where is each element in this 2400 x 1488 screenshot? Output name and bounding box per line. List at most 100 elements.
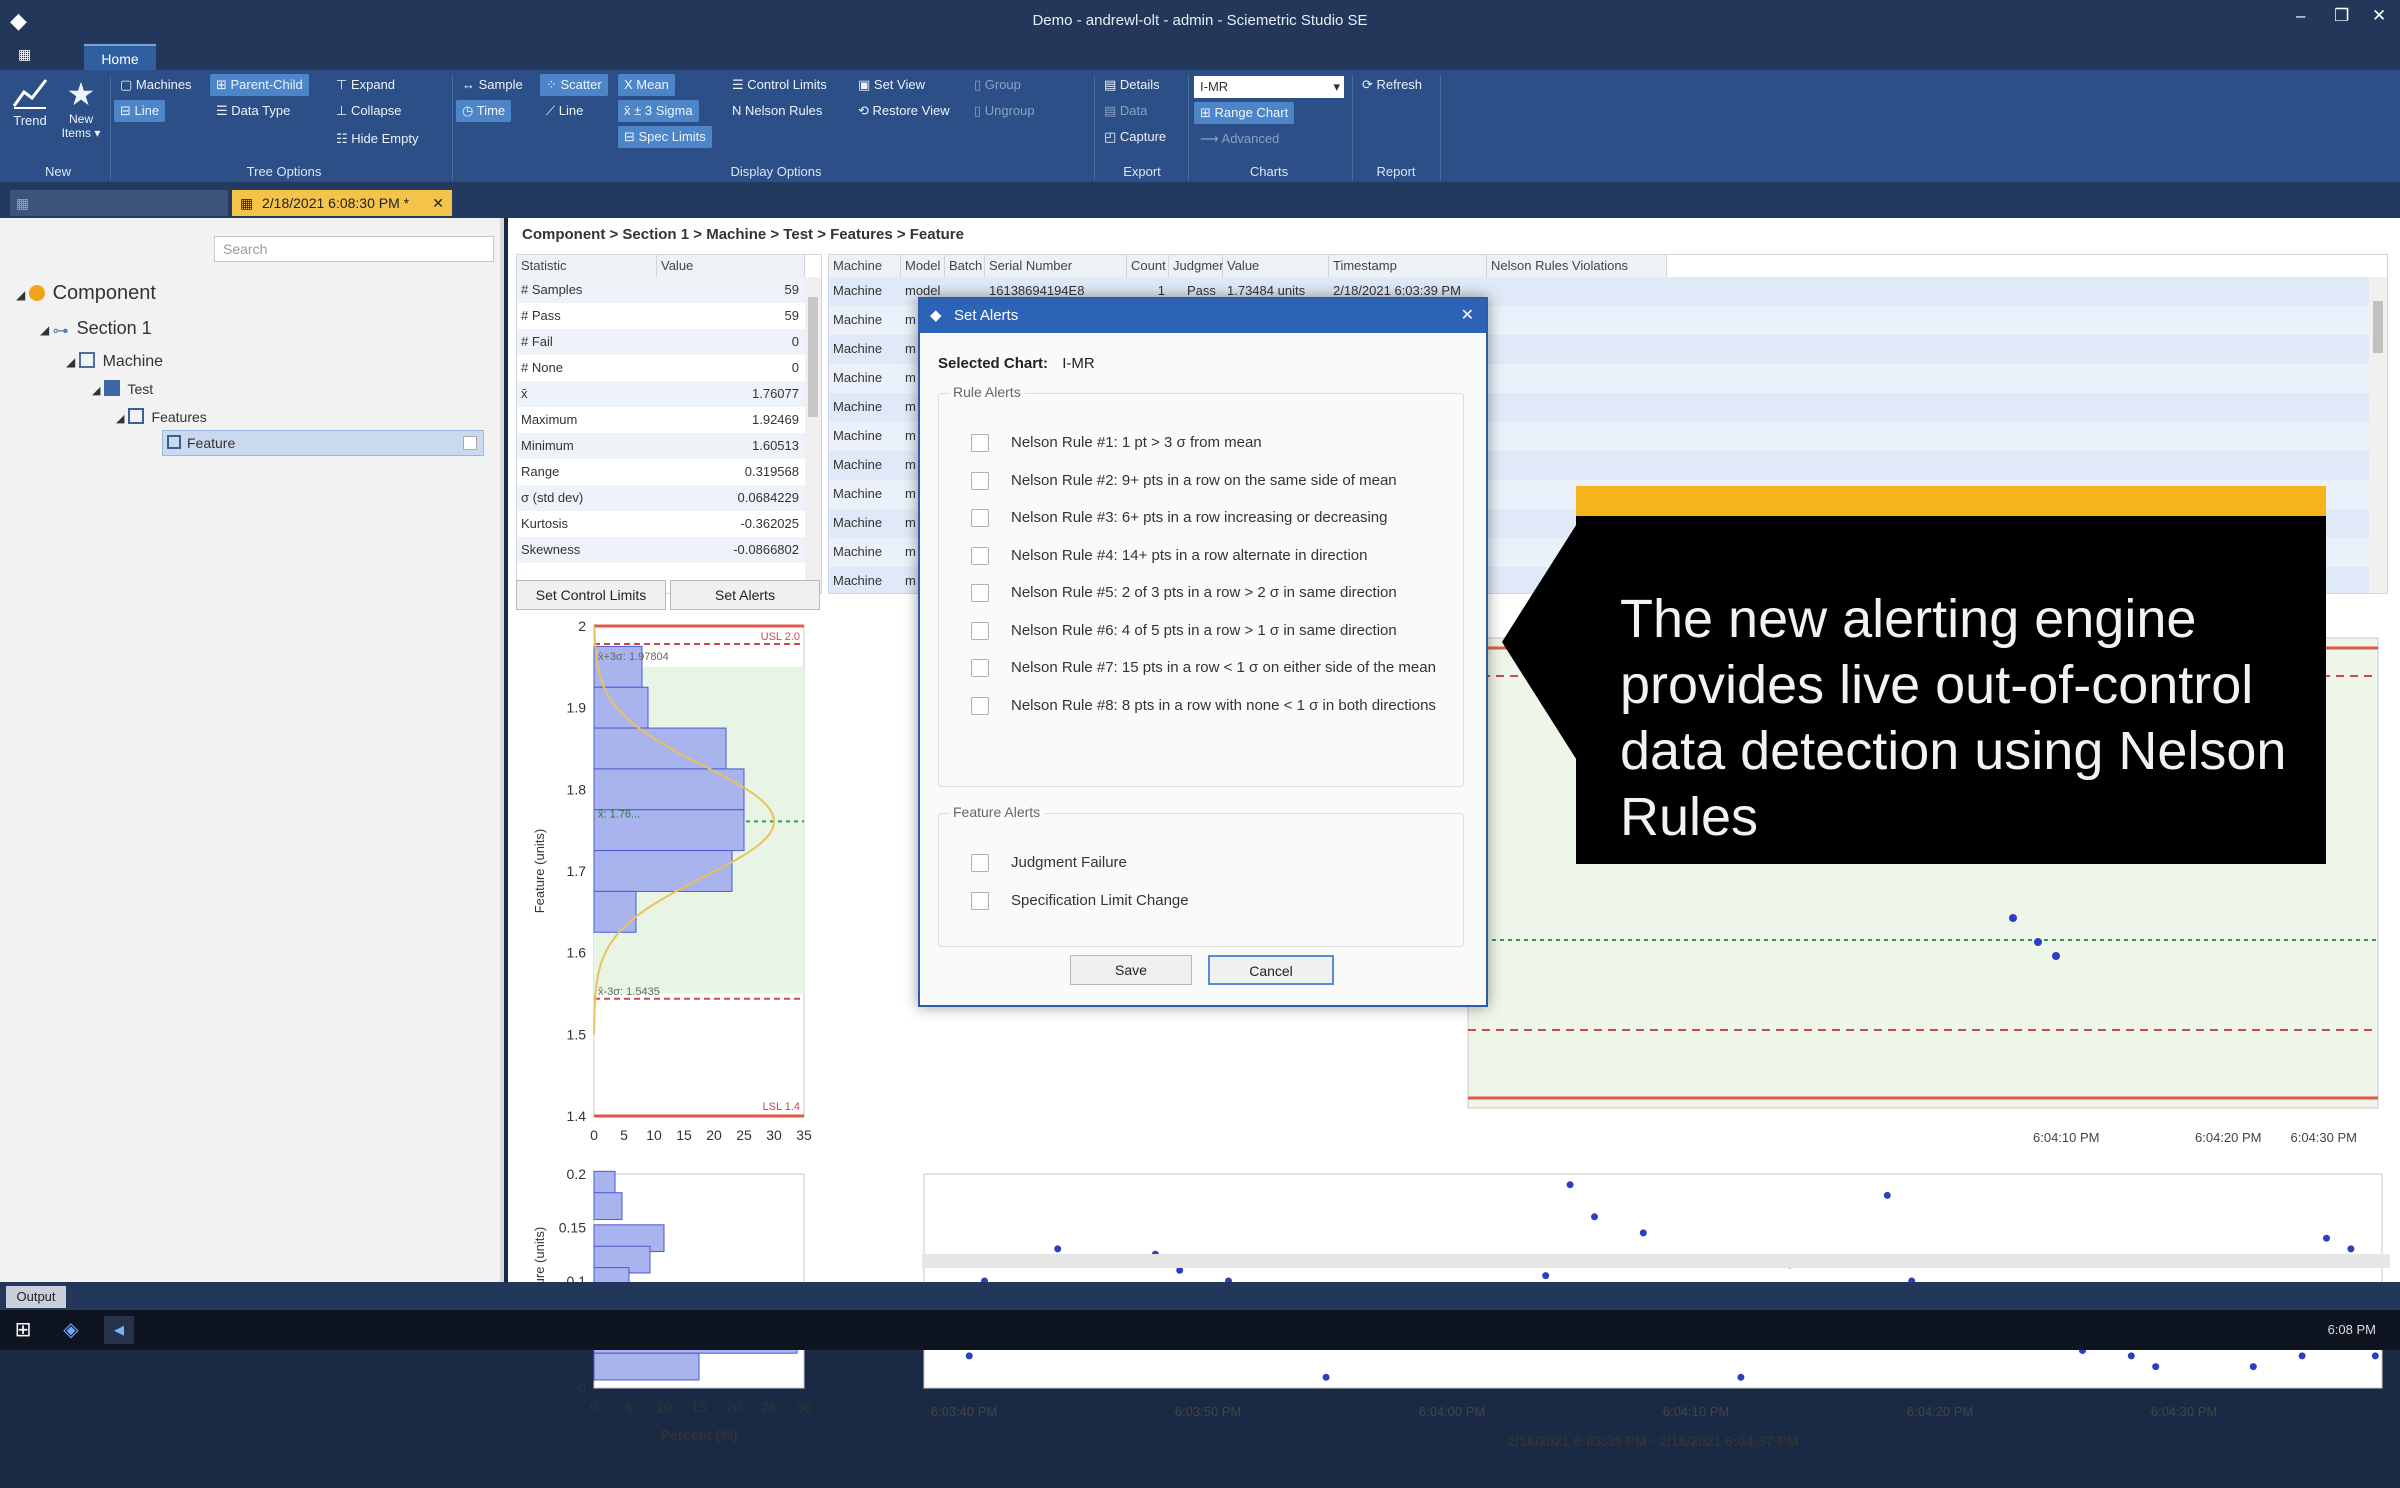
cancel-button[interactable]: Cancel	[1208, 955, 1334, 985]
output-tab[interactable]: Output	[6, 1286, 66, 1308]
chart-icon: ▦	[240, 195, 254, 211]
trend-label: Trend	[13, 113, 47, 128]
column-header[interactable]: Serial Number	[985, 255, 1127, 277]
document-tab-previous[interactable]: ▦	[10, 190, 228, 216]
nelson-rule-checkbox[interactable]	[971, 584, 989, 602]
nelson-rule-checkbox[interactable]	[971, 696, 989, 715]
hide-empty-button[interactable]: ☷ Hide Empty	[330, 128, 424, 150]
data-point	[1322, 1373, 1330, 1381]
nelson-rule-checkbox[interactable]	[971, 659, 989, 677]
chart-horizontal-scrollbar[interactable]	[922, 1254, 2390, 1268]
trend-button[interactable]: Trend	[8, 76, 52, 156]
feature-icon	[167, 435, 181, 449]
x-axis-label: 2/18/2021 6:03:39 PM - 2/18/2021 6:04:37…	[1507, 1433, 1798, 1449]
set-alerts-button[interactable]: Set Alerts	[670, 580, 820, 610]
control-limits-button[interactable]: ☰ Control Limits	[726, 74, 833, 96]
stats-scrollbar[interactable]	[805, 277, 821, 593]
close-tab-icon[interactable]: ✕	[432, 190, 444, 216]
set-view-button[interactable]: ▣ Set View	[852, 74, 931, 96]
search-input[interactable]: Search	[214, 236, 494, 262]
data-type-button[interactable]: ☰ Data Type	[210, 100, 296, 122]
save-button[interactable]: Save	[1070, 955, 1192, 985]
judgment-failure-checkbox[interactable]	[971, 854, 989, 872]
selected-chart-value: I-MR	[1062, 355, 1095, 372]
x-tick-label: 0	[590, 1127, 598, 1143]
line-display-button[interactable]: ⟋ Line	[540, 100, 589, 122]
column-header[interactable]: Batch	[945, 255, 985, 277]
time-button[interactable]: ◷ Time	[456, 100, 512, 122]
column-header[interactable]: Count	[1127, 255, 1169, 277]
stat-name: Maximum	[517, 407, 657, 433]
tab-home[interactable]: Home	[84, 44, 156, 70]
nelson-rule-checkbox[interactable]	[971, 509, 989, 527]
group-button[interactable]: ▯ Group	[968, 74, 1027, 96]
column-header[interactable]: Judgment	[1169, 255, 1230, 277]
column-header[interactable]: Model	[901, 255, 945, 277]
data-button[interactable]: ▤ Data	[1098, 100, 1153, 122]
chart-type-select[interactable]: I-MR ▾	[1194, 76, 1344, 98]
tree-pane: Search ◢ Component ◢ ⊶ Section 1 ◢ Machin…	[0, 218, 504, 1282]
restore-view-button[interactable]: ⟲ Restore View	[852, 100, 956, 122]
column-header[interactable]: Machine	[829, 255, 901, 277]
document-tab-active[interactable]: ▦ 2/18/2021 6:08:30 PM * ✕	[232, 190, 452, 216]
refresh-button[interactable]: ⟳ Refresh	[1356, 74, 1428, 96]
tree-node-component[interactable]: ◢ Component	[16, 282, 156, 305]
close-window-button[interactable]: ✕	[2372, 6, 2386, 26]
column-header[interactable]: Nelson Rules Violations	[1487, 255, 1667, 277]
x-tick-label: 6:04:30 PM	[2151, 1404, 2218, 1419]
status-bar: Output	[0, 1282, 2400, 1310]
tree-node-features[interactable]: ◢ Features	[116, 408, 207, 425]
nelson-rules-button[interactable]: N Nelson Rules	[726, 100, 828, 122]
details-button[interactable]: ▤ Details	[1098, 74, 1166, 96]
sample-button[interactable]: ↔ Sample	[456, 74, 529, 96]
parent-child-button[interactable]: ⊞ Parent-Child	[210, 74, 309, 96]
nelson-rule-checkbox[interactable]	[971, 434, 989, 452]
component-icon	[28, 285, 45, 301]
hide-empty-icon: ☷	[336, 131, 352, 146]
y-tick-label: 0.15	[559, 1220, 586, 1236]
browser-icon[interactable]: ◈	[56, 1316, 86, 1344]
feature-checkbox[interactable]	[463, 436, 477, 450]
machines-button[interactable]: ▢ Machines	[114, 74, 198, 96]
line-tree-button[interactable]: ⊟ Line	[114, 100, 166, 122]
trend-icon	[12, 79, 48, 109]
app-menu-button[interactable]: ▦	[18, 46, 52, 68]
control-limits-icon: ☰	[732, 77, 748, 92]
set-control-limits-button[interactable]: Set Control Limits	[516, 580, 666, 610]
nelson-rule-label: Nelson Rule #7: 15 pts in a row < 1 σ on…	[1011, 659, 1436, 676]
nelson-rule-label: Nelson Rule #4: 14+ pts in a row alterna…	[1011, 546, 1368, 564]
scatter-button[interactable]: ⁘ Scatter	[540, 74, 608, 96]
studio-app-icon[interactable]: ◂	[104, 1316, 134, 1344]
capture-button[interactable]: ◰ Capture	[1098, 126, 1172, 148]
tree-node-test[interactable]: ◢ Test	[92, 380, 153, 397]
x-tick-label: 10	[656, 1399, 672, 1415]
ungroup-button[interactable]: ▯ Ungroup	[968, 100, 1041, 122]
x-3-sigma-button[interactable]: x̄ ± 3 Sigma	[618, 100, 699, 122]
advanced-button[interactable]: ⟿ Advanced	[1194, 128, 1285, 150]
stat-name: # Pass	[517, 303, 657, 329]
samples-scrollbar[interactable]	[2369, 277, 2387, 593]
tree-node-section[interactable]: ◢ ⊶ Section 1	[40, 318, 152, 340]
new-items-button[interactable]: ★ New Items ▾	[56, 76, 106, 156]
expand-button[interactable]: ⊤ Expand	[330, 74, 401, 96]
test-icon	[103, 380, 120, 396]
range-chart-button[interactable]: ⊞ Range Chart	[1194, 102, 1295, 124]
column-header[interactable]: Timestamp	[1329, 255, 1487, 277]
tree-node-feature[interactable]: Feature	[162, 430, 484, 456]
windows-start-icon[interactable]: ⊞	[8, 1316, 38, 1344]
column-header[interactable]: Value	[1223, 255, 1329, 277]
mean-button[interactable]: X Mean	[618, 74, 675, 96]
collapse-button[interactable]: ⊥ Collapse	[330, 100, 408, 122]
stat-value: 59	[657, 303, 805, 329]
restore-button[interactable]: ❐	[2334, 6, 2349, 26]
chart-icon: ▦	[16, 195, 30, 211]
nelson-rule-checkbox[interactable]	[971, 546, 989, 565]
nelson-rule-checkbox[interactable]	[971, 471, 989, 490]
advanced-icon: ⟿	[1200, 131, 1222, 146]
dialog-close-icon[interactable]: ✕	[1461, 299, 1474, 333]
spec-limit-change-checkbox[interactable]	[971, 892, 989, 910]
minimize-button[interactable]: –	[2296, 6, 2305, 26]
tree-node-machine[interactable]: ◢ Machine	[66, 352, 163, 371]
nelson-rule-checkbox[interactable]	[971, 621, 989, 640]
spec-limits-button[interactable]: ⊟ Spec Limits	[618, 126, 712, 148]
